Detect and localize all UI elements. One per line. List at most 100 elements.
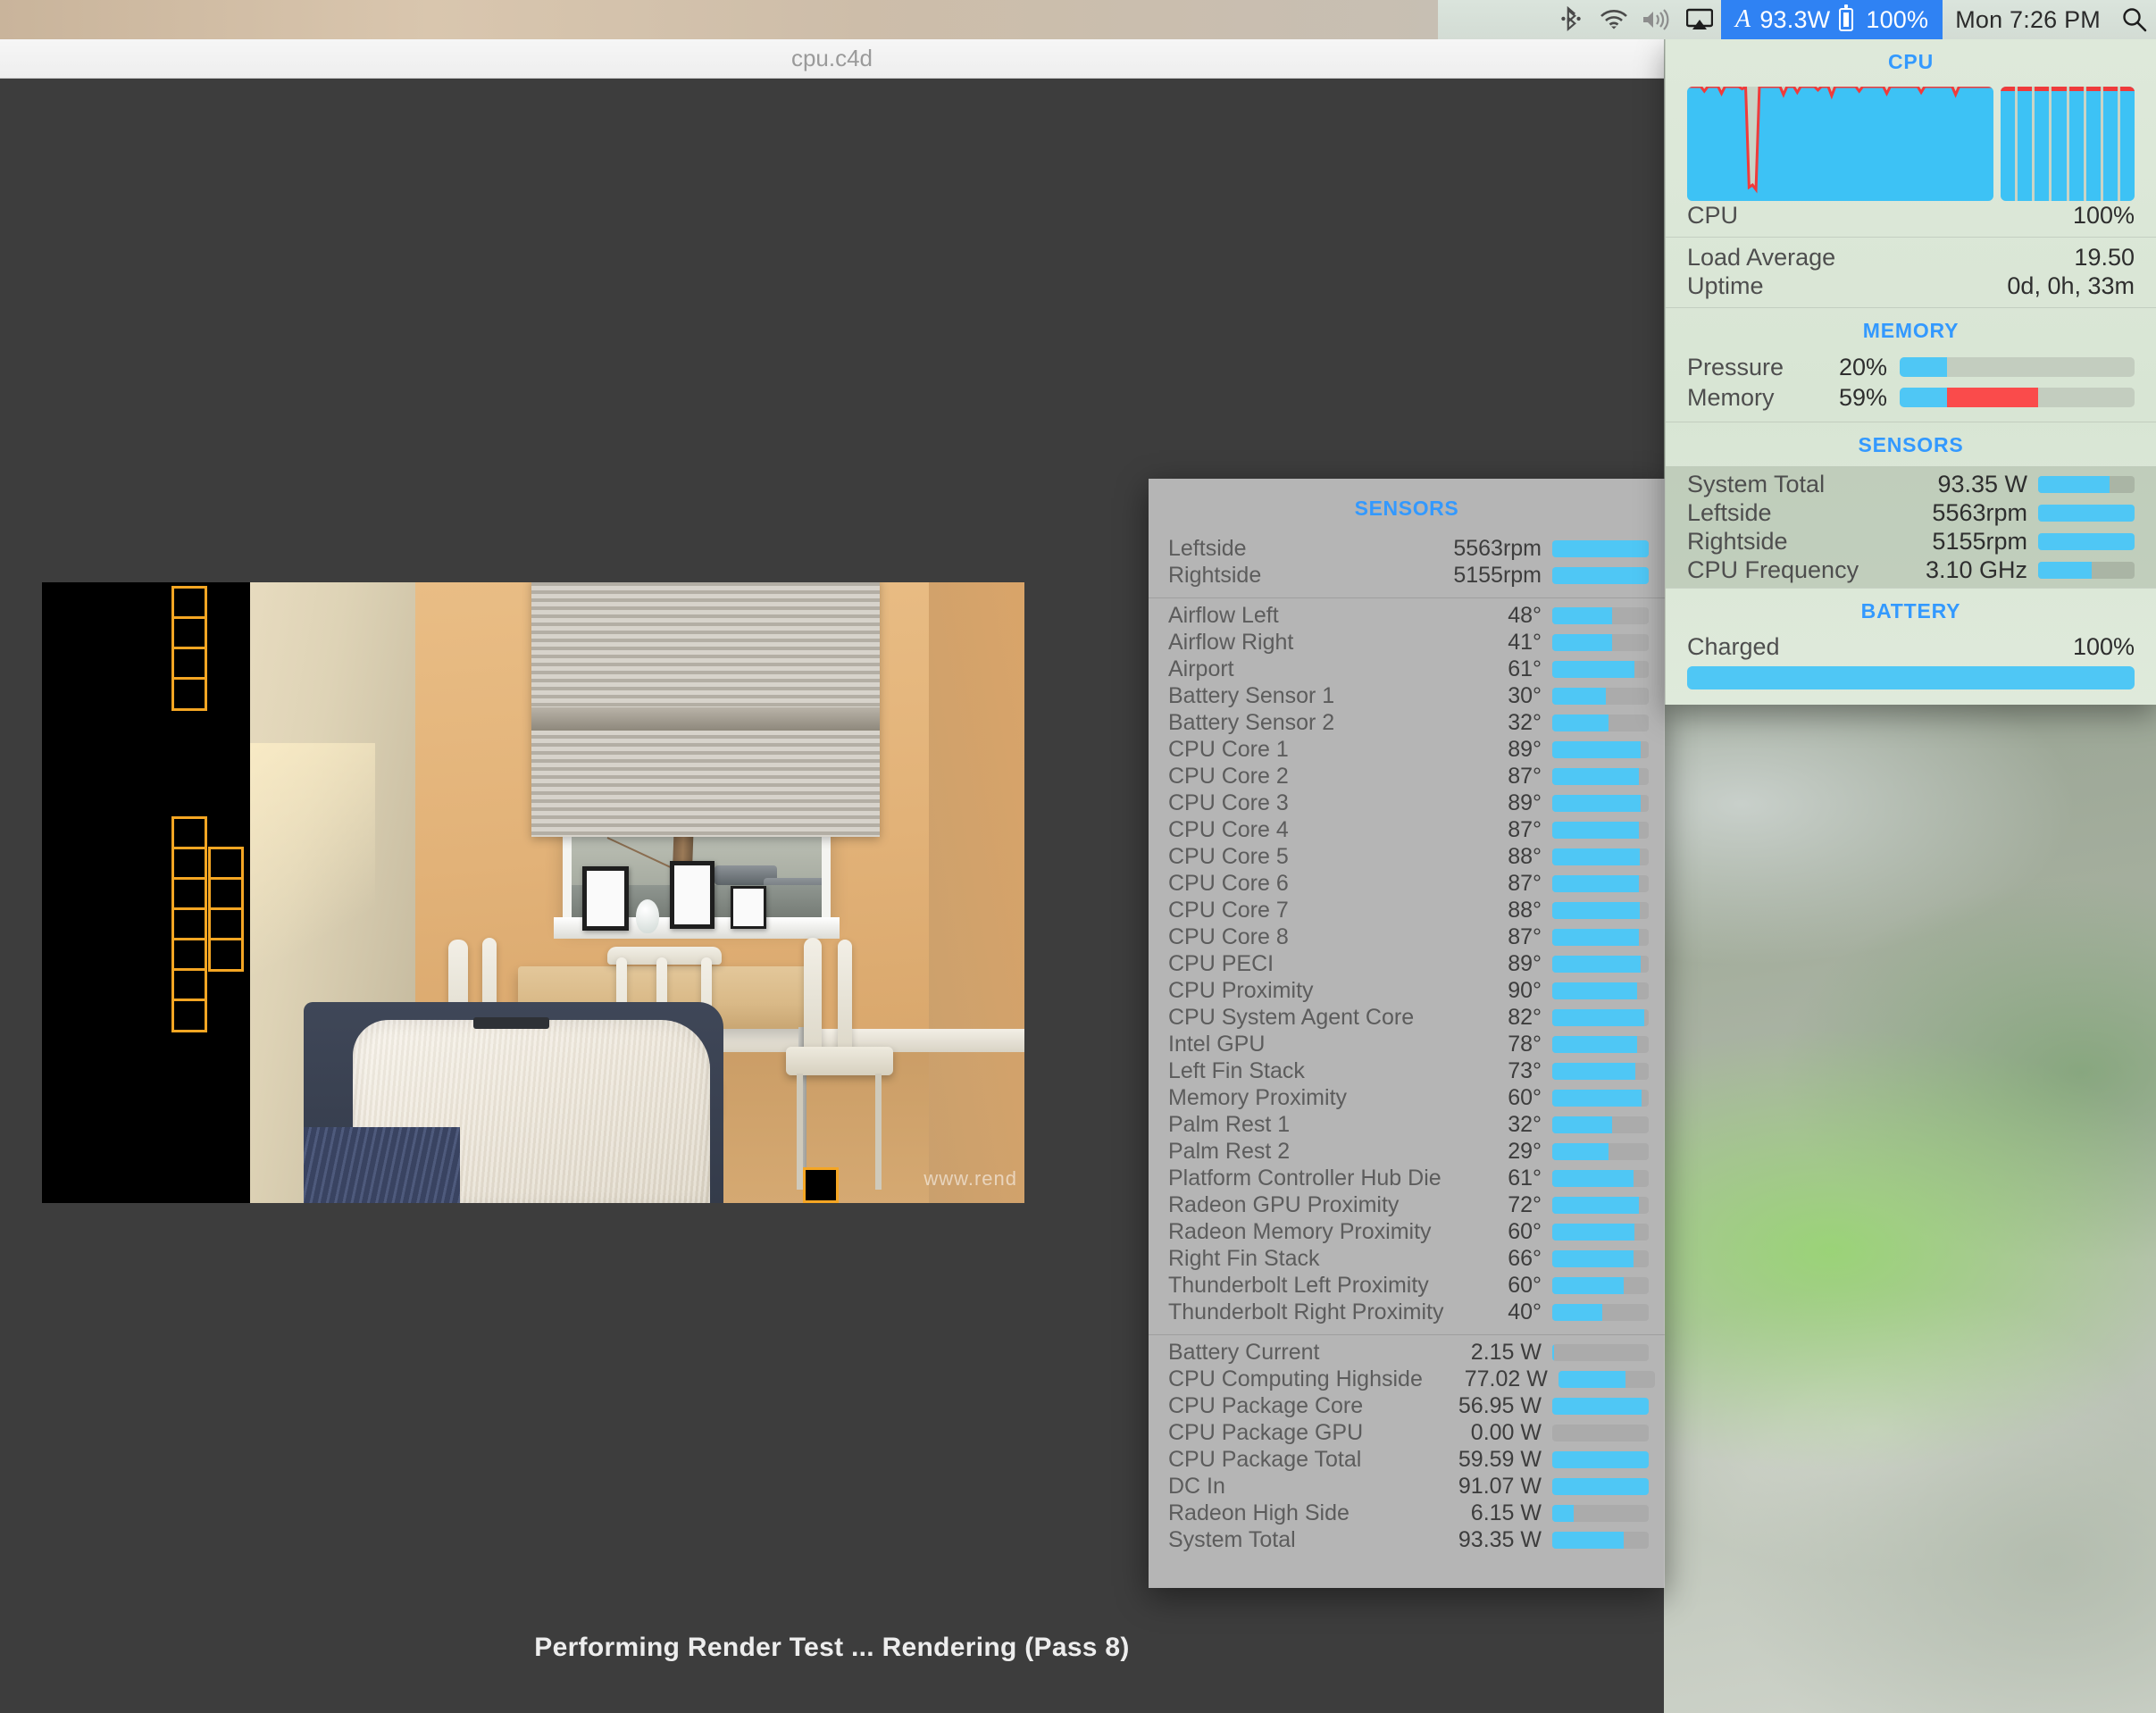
- window-titlebar[interactable]: cpu.c4d: [0, 39, 1664, 79]
- memory-rows: Pressure20%Memory59%: [1666, 352, 2156, 422]
- render-bucket: [803, 1167, 839, 1203]
- airplay-icon[interactable]: [1678, 0, 1721, 39]
- sensor-value: 93.35 W: [1416, 1527, 1542, 1553]
- sensor-bar: [1552, 1277, 1649, 1294]
- sensor-row: Rightside5155rpm: [1149, 562, 1665, 589]
- sensor-bar: [1552, 607, 1649, 624]
- istat-sensor-bar: [2038, 562, 2135, 579]
- sensor-label: CPU Computing Highside: [1168, 1366, 1423, 1392]
- sensor-label: CPU Core 8: [1168, 924, 1461, 950]
- wifi-icon[interactable]: [1592, 0, 1635, 39]
- sensor-row: CPU Core 487°: [1149, 816, 1665, 843]
- memory-value: 59%: [1821, 384, 1900, 412]
- sensor-value: 78°: [1461, 1032, 1542, 1057]
- sensor-bar: [1552, 902, 1649, 919]
- load-average-row: Load Average 19.50: [1687, 243, 2135, 272]
- search-icon[interactable]: [2113, 0, 2156, 39]
- sensor-bar: [1559, 1371, 1655, 1388]
- sensor-bar: [1552, 1170, 1649, 1187]
- cpu-core-bar: [2018, 87, 2032, 201]
- render-bucket: [171, 968, 207, 1002]
- sensor-label: CPU Package Core: [1168, 1393, 1416, 1419]
- cpu-usage-graph: [1687, 87, 2135, 201]
- istat-sensor-row: Rightside5155rpm: [1666, 527, 2156, 556]
- sensor-row: CPU Proximity90°: [1149, 977, 1665, 1004]
- sensor-bar: [1552, 1009, 1649, 1026]
- cpu-usage-row: CPU 100%: [1687, 201, 2135, 230]
- sensor-value: 60°: [1461, 1219, 1542, 1245]
- sensor-label: System Total: [1168, 1527, 1416, 1553]
- sensor-bar: [1552, 1505, 1649, 1522]
- render-bucket: [171, 847, 207, 881]
- sensor-label: Radeon GPU Proximity: [1168, 1192, 1461, 1218]
- sensor-bar: [1552, 1398, 1649, 1415]
- sensor-bar: [1552, 741, 1649, 758]
- sensor-bar: [1552, 768, 1649, 785]
- istat-sensor-label: System Total: [1687, 471, 1937, 498]
- sensor-bar: [1552, 688, 1649, 705]
- sensor-value: 87°: [1461, 924, 1542, 950]
- memory-section-title: MEMORY: [1666, 308, 2156, 352]
- clock[interactable]: Mon 7:26 PM: [1943, 0, 2113, 39]
- battery-charged-value: 100%: [2073, 633, 2135, 661]
- render-bucket: [208, 877, 244, 911]
- memory-row: Memory59%: [1687, 382, 2135, 413]
- istat-sensor-row: CPU Frequency3.10 GHz: [1666, 556, 2156, 584]
- render-bucket: [208, 847, 244, 881]
- sensor-label: Battery Sensor 2: [1168, 710, 1461, 736]
- sensor-bar: [1552, 714, 1649, 731]
- sensor-label: Right Fin Stack: [1168, 1246, 1461, 1272]
- sensor-bar: [1552, 822, 1649, 839]
- power-watts-value: 93.3W: [1759, 6, 1830, 34]
- sensor-bar: [1552, 982, 1649, 999]
- sensor-value: 48°: [1461, 603, 1542, 629]
- scene-sunlight-patch: [250, 743, 375, 1011]
- scene-right-wall: [929, 582, 1024, 1203]
- sensor-row: CPU Computing Highside77.02 W: [1149, 1366, 1665, 1392]
- istat-sensor-row: System Total93.35 W: [1666, 470, 2156, 498]
- sensor-row: CPU Core 588°: [1149, 843, 1665, 870]
- istat-sensor-label: Rightside: [1687, 528, 1932, 556]
- sensor-label: CPU Core 7: [1168, 898, 1461, 923]
- cpu-core-bar: [2069, 87, 2084, 201]
- sensor-row: Radeon High Side6.15 W: [1149, 1500, 1665, 1526]
- sensor-row: CPU Core 287°: [1149, 763, 1665, 790]
- cpu-usage-value: 100%: [2073, 202, 2135, 230]
- sensors-fan-group: Leftside5563rpmRightside5155rpm: [1149, 531, 1665, 597]
- scene-photo-frame-2: [670, 861, 714, 929]
- sensor-label: Palm Rest 1: [1168, 1112, 1461, 1138]
- sensor-label: Platform Controller Hub Die: [1168, 1166, 1461, 1191]
- volume-icon[interactable]: [1635, 0, 1678, 39]
- sensor-label: Airflow Left: [1168, 603, 1461, 629]
- power-usage-menu-item[interactable]: A 93.3W 100%: [1721, 0, 1943, 39]
- sensor-label: CPU Core 3: [1168, 790, 1461, 816]
- sensor-row: Palm Rest 229°: [1149, 1138, 1665, 1165]
- sensor-bar: [1552, 1197, 1649, 1214]
- sensor-bar: [1552, 1063, 1649, 1080]
- battery-percent-value: 100%: [1866, 6, 1928, 34]
- sensor-row: Platform Controller Hub Die61°: [1149, 1165, 1665, 1191]
- render-bucket: [171, 877, 207, 911]
- window-title: cpu.c4d: [791, 45, 873, 72]
- sensor-label: CPU Core 6: [1168, 871, 1461, 897]
- sensor-row: Airflow Left48°: [1149, 602, 1665, 629]
- sensor-label: Leftside: [1168, 536, 1408, 562]
- sensor-row: CPU Package Total59.59 W: [1149, 1446, 1665, 1473]
- cpu-core-bar: [2001, 87, 2015, 201]
- sensor-label: CPU System Agent Core: [1168, 1005, 1461, 1031]
- sensor-bar: [1552, 634, 1649, 651]
- sensor-row: DC In91.07 W: [1149, 1473, 1665, 1500]
- load-average-label: Load Average: [1687, 244, 2074, 272]
- sensor-row: CPU Core 189°: [1149, 736, 1665, 763]
- sensor-row: Palm Rest 132°: [1149, 1111, 1665, 1138]
- sensor-label: CPU Core 4: [1168, 817, 1461, 843]
- sensor-bar: [1552, 1116, 1649, 1133]
- sensor-row: Thunderbolt Right Proximity40°: [1149, 1299, 1665, 1325]
- sensor-row: CPU System Agent Core82°: [1149, 1004, 1665, 1031]
- sensor-value: 59.59 W: [1416, 1447, 1542, 1473]
- bluetooth-icon[interactable]: [1550, 0, 1592, 39]
- sensor-row: CPU Core 389°: [1149, 790, 1665, 816]
- sensor-row: Radeon Memory Proximity60°: [1149, 1218, 1665, 1245]
- sensor-bar: [1552, 1478, 1649, 1495]
- power-adapter-symbol: A: [1735, 5, 1751, 34]
